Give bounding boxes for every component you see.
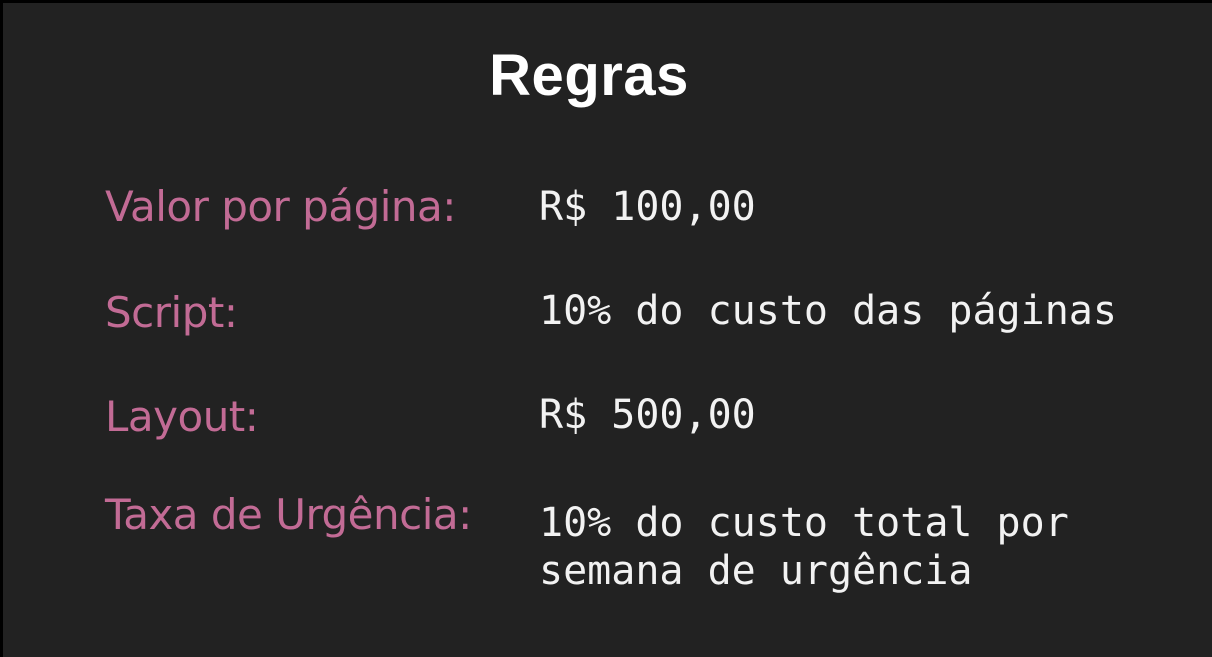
rule-value-line: semana de urgência [539, 548, 973, 594]
rule-value: R$ 100,00 [539, 184, 756, 230]
rule-label: Layout: [105, 392, 259, 441]
rule-value: 10% do custo total por semana de urgênci… [539, 499, 1069, 595]
slide: Regras Valor por página: R$ 100,00 Scrip… [3, 3, 1212, 657]
rule-label: Taxa de Urgência: [105, 490, 472, 539]
rule-value: R$ 500,00 [539, 392, 756, 438]
rule-label: Valor por página: [105, 182, 456, 231]
rule-value: 10% do custo das páginas [539, 288, 1117, 334]
page-title: Regras [489, 43, 689, 108]
rule-value-line: 10% do custo total por [539, 500, 1069, 546]
rule-label: Script: [105, 288, 238, 337]
